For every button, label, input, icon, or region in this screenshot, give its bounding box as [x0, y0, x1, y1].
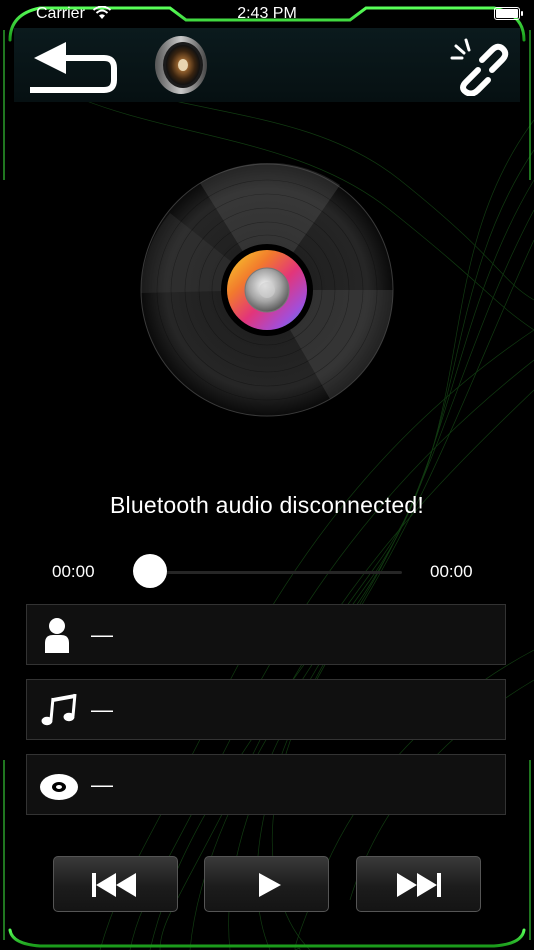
previous-button[interactable] — [53, 856, 178, 912]
vinyl-disc — [140, 162, 394, 417]
elapsed-time: 00:00 — [52, 562, 95, 581]
back-arrow-icon — [30, 42, 117, 93]
speaker-icon — [152, 34, 210, 96]
connection-status-message: Bluetooth audio disconnected! — [110, 492, 424, 518]
next-track-icon — [397, 873, 441, 897]
previous-track-icon — [92, 873, 136, 897]
next-button[interactable] — [356, 856, 481, 912]
artist-row: — — [26, 604, 506, 665]
album-value: — — [91, 772, 113, 797]
title-row: — — [26, 679, 506, 740]
total-time: 00:00 — [430, 562, 473, 581]
person-icon — [45, 618, 69, 653]
play-button[interactable] — [204, 856, 329, 912]
link-button[interactable] — [448, 36, 510, 97]
play-icon — [259, 873, 281, 897]
battery-icon — [494, 7, 523, 20]
status-bar: Carrier 2:43 PM — [0, 0, 534, 28]
artist-value: — — [91, 622, 113, 647]
progress-slider[interactable] — [150, 571, 402, 574]
album-row: — — [26, 754, 506, 815]
clock: 2:43 PM — [237, 5, 297, 22]
title-value: — — [91, 697, 113, 722]
broken-link-icon — [450, 38, 509, 97]
music-note-icon — [41, 693, 77, 726]
progress-thumb[interactable] — [133, 554, 167, 588]
disc-icon — [40, 774, 78, 800]
back-button[interactable] — [26, 38, 120, 94]
